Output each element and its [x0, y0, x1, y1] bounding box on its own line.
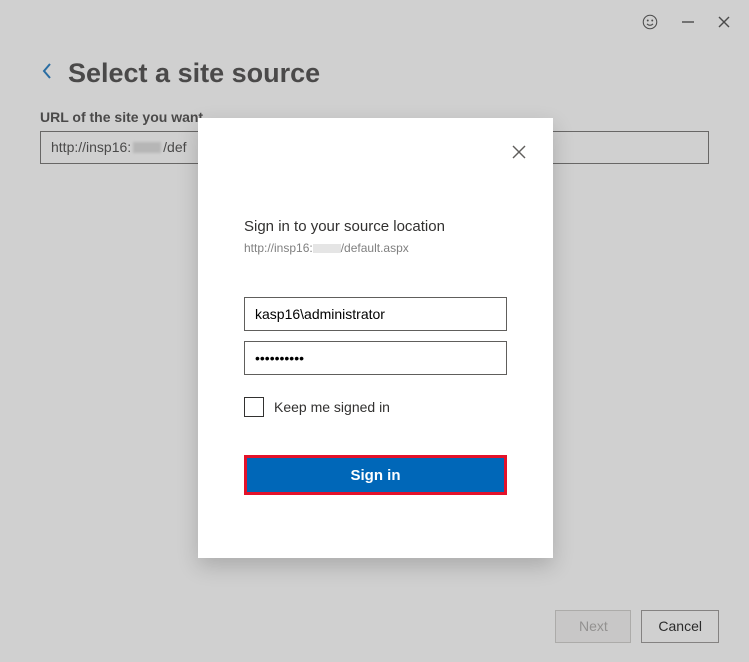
signin-url: http://insp16: /default.aspx [244, 241, 507, 255]
minimize-icon[interactable] [681, 15, 695, 34]
page-title: Select a site source [68, 58, 320, 89]
titlebar [0, 0, 749, 48]
signin-url-suffix: /default.aspx [341, 241, 409, 255]
signin-dialog: Sign in to your source location http://i… [198, 118, 553, 558]
footer-bar: Next Cancel [0, 590, 749, 662]
username-input[interactable] [244, 297, 507, 331]
cancel-button[interactable]: Cancel [641, 610, 719, 643]
url-suffix: /def [163, 132, 186, 163]
signin-button-highlight: Sign in [244, 455, 507, 495]
next-button: Next [555, 610, 631, 643]
feedback-icon[interactable] [641, 13, 659, 36]
url-prefix: http://insp16: [51, 132, 131, 163]
keep-signed-checkbox[interactable] [244, 397, 264, 417]
signin-title: Sign in to your source location [244, 218, 507, 235]
signin-url-prefix: http://insp16: [244, 241, 313, 255]
keep-signed-label: Keep me signed in [274, 399, 390, 415]
redacted-segment [133, 142, 161, 153]
redacted-segment [313, 244, 341, 253]
password-input[interactable] [244, 341, 507, 375]
back-icon[interactable] [40, 62, 54, 85]
keep-signed-row[interactable]: Keep me signed in [244, 397, 507, 417]
window-close-icon[interactable] [717, 15, 731, 34]
signin-button[interactable]: Sign in [247, 458, 504, 492]
dialog-close-icon[interactable] [511, 144, 527, 165]
page-header: Select a site source [0, 48, 749, 109]
